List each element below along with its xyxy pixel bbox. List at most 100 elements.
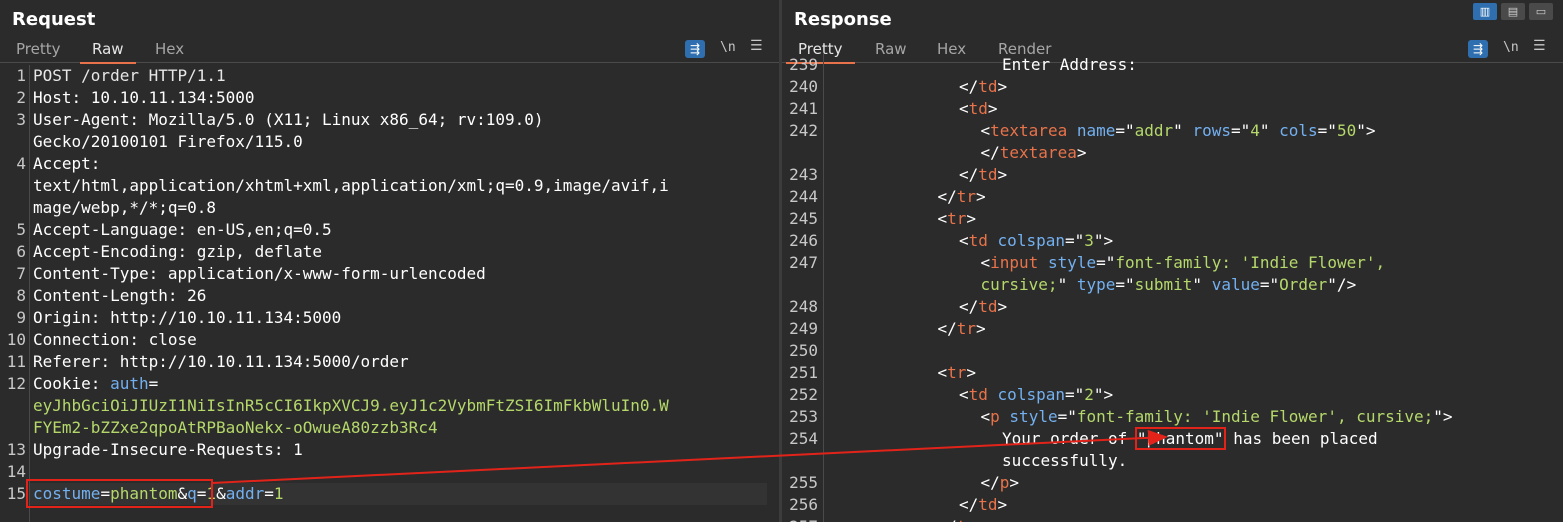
layout-buttons: ▥ ▤ ▭ <box>1469 0 1553 20</box>
line-number: 10 <box>6 330 26 349</box>
token: input <box>990 253 1039 272</box>
line-text: </p> <box>981 472 1020 494</box>
line-number: 254 <box>789 429 818 448</box>
line-number: 9 <box>16 308 26 327</box>
token: </ <box>938 517 957 522</box>
code-line: Gecko/20100101 Firefox/115.0 <box>0 131 779 153</box>
code-line: 7 Content-Type: application/x-www-form-ur… <box>0 263 779 285</box>
code-line: 3 User-Agent: Mozilla/5.0 (X11; Linux x86… <box>0 109 779 131</box>
token: successfully. <box>1002 451 1128 470</box>
code-line: 14 <box>0 461 779 483</box>
token: 50 <box>1336 121 1357 140</box>
response-editor[interactable]: 239 Enter Address: 240 </td> 241 <td> 242 <text… <box>782 54 1563 522</box>
newline-toggle[interactable]: \n <box>720 40 736 55</box>
line-number: 249 <box>789 319 818 338</box>
token: td <box>968 99 988 118</box>
request-tab-pretty[interactable]: Pretty <box>16 40 61 62</box>
token: : http://10.10.11.134:5000/order <box>100 352 409 371</box>
token: =" <box>1115 121 1135 140</box>
token: Order <box>1279 275 1328 294</box>
token: p <box>999 473 1010 492</box>
line-number: 250 <box>789 341 818 360</box>
token: eyJhbGciOiJIUzI1NiIsInR5cCI6IkpXVCJ9.eyJ… <box>33 396 669 415</box>
token: style <box>1047 253 1097 272</box>
token: " <box>1192 275 1212 294</box>
code-line: 4 Accept: <box>0 153 779 175</box>
wrap-lines-icon[interactable]: ⇶ <box>685 40 705 58</box>
token: </ <box>959 165 979 184</box>
token: td <box>978 297 998 316</box>
code-line: 249 </tr> <box>782 318 1563 340</box>
token: Upgrade-Insecure-Requests <box>33 440 274 459</box>
code-line: 8 Content-Length: 26 <box>0 285 779 307</box>
code-line: successfully. <box>782 450 1563 472</box>
token: 1 <box>273 484 284 503</box>
menu-icon[interactable]: ☰ <box>750 38 763 54</box>
request-tab-hex[interactable]: Hex <box>155 40 184 62</box>
line-text: mage/webp,*/*;q=0.8 <box>33 197 216 219</box>
menu-icon[interactable]: ☰ <box>1533 38 1546 54</box>
token: Cookie <box>33 374 91 393</box>
token: < <box>937 363 948 382</box>
line-number: 242 <box>789 121 818 140</box>
token: > <box>987 99 998 118</box>
line-number: 3 <box>16 110 26 129</box>
token: font-family: 'Indie Flower', <box>1115 253 1386 272</box>
request-editor[interactable]: 1 POST /order HTTP/1.1 2 Host: 10.10.11.134… <box>0 65 779 522</box>
newline-toggle[interactable]: \n <box>1503 40 1519 55</box>
code-line: 5 Accept-Language: en-US,en;q=0.5 <box>0 219 779 241</box>
token: "phantom" <box>1134 427 1226 450</box>
token: : close <box>129 330 197 349</box>
token: : Mozilla/5.0 (X11; Linux x86_64; rv:109… <box>129 110 544 129</box>
line-number: 1 <box>16 66 26 85</box>
code-line: 241 <td> <box>782 98 1563 120</box>
layout-side-by-side-icon[interactable]: ▥ <box>1473 3 1497 20</box>
token: =" <box>1230 121 1251 140</box>
line-text: cursive;" type="submit" value="Order"/> <box>981 274 1357 296</box>
line-number: 239 <box>789 55 818 74</box>
code-line: 254 Your order of "phantom" has been plac… <box>782 427 1563 450</box>
token: tr <box>947 209 967 228</box>
token: > <box>997 495 1008 514</box>
token: td <box>978 165 998 184</box>
token: = <box>264 484 274 503</box>
token: < <box>959 385 969 404</box>
line-number: 2 <box>16 88 26 107</box>
line-text: Accept-Encoding: gzip, deflate <box>33 241 322 263</box>
token: =" <box>1096 253 1116 272</box>
line-text: FYEm2-bZZxe2qpoAtRPBaoNekx-oOwueA80zzb3R… <box>33 417 438 439</box>
token: Host <box>33 88 72 107</box>
line-text: POST /order HTTP/1.1 <box>33 65 226 87</box>
code-line: eyJhbGciOiJIUzI1NiIsInR5cCI6IkpXVCJ9.eyJ… <box>0 395 779 417</box>
layout-stacked-icon[interactable]: ▤ <box>1501 3 1525 20</box>
token: "> <box>1433 407 1453 426</box>
code-line: 12 Cookie: auth= <box>0 373 779 395</box>
line-text: Accept: <box>33 153 100 175</box>
token: </ <box>937 187 957 206</box>
line-text: Content-Type: application/x-www-form-url… <box>33 263 486 285</box>
line-text: Referer: http://10.10.11.134:5000/order <box>33 351 409 373</box>
line-text: Upgrade-Insecure-Requests: 1 <box>33 439 303 461</box>
layout-tabs-icon[interactable]: ▭ <box>1529 3 1553 20</box>
line-text: User-Agent: Mozilla/5.0 (X11; Linux x86_… <box>33 109 544 131</box>
code-line: 256 </td> <box>782 494 1563 516</box>
token: User-Agent <box>33 110 130 129</box>
token: value <box>1211 275 1260 294</box>
request-tab-raw[interactable]: Raw <box>80 40 136 64</box>
token: name <box>1076 121 1116 140</box>
line-text: </td> <box>959 76 1007 98</box>
token: Enter Address: <box>1002 55 1137 74</box>
token: > <box>997 297 1008 316</box>
token: cols <box>1279 121 1318 140</box>
response-title: Response <box>794 9 892 30</box>
token: textarea <box>990 121 1068 140</box>
token: </ <box>980 143 1000 162</box>
token: < <box>937 209 948 228</box>
line-text: Cookie: auth= <box>33 373 158 395</box>
token: cursive; <box>980 275 1058 294</box>
line-text: Enter Address: <box>1002 54 1137 76</box>
line-text: Content-Length: 26 <box>33 285 206 307</box>
token: Content-Type <box>33 264 149 283</box>
line-text: <tr> <box>938 362 977 384</box>
line-text: <td colspan="3"> <box>959 230 1113 252</box>
